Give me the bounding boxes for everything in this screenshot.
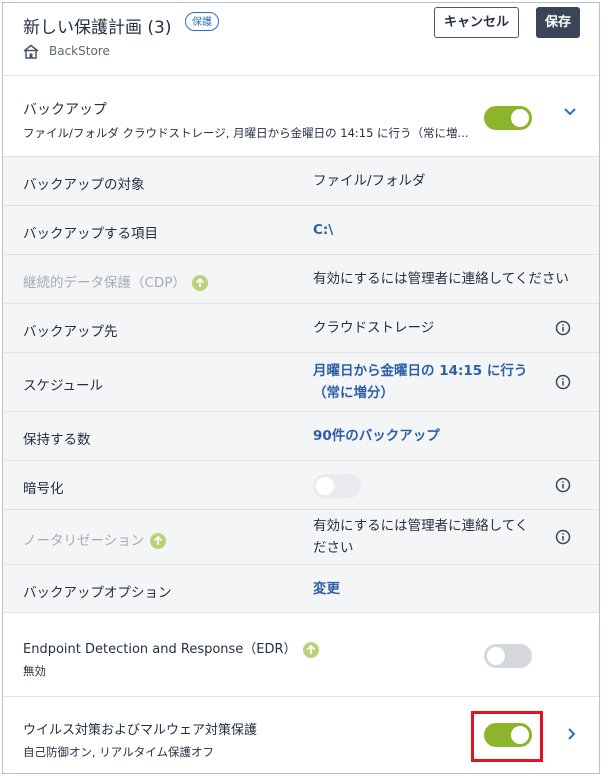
edr-status: 無効: [23, 664, 46, 678]
row-label: ノータリゼーション: [23, 529, 167, 549]
machine-name: BackStore: [49, 44, 110, 58]
backup-title: バックアップ: [23, 102, 107, 118]
protection-plan-panel: 新しい保護計画 (3) 保護 キャンセル 保存 BackStore バックアップ…: [2, 2, 600, 774]
notarization-line1: 有効にするには管理者に連絡してく: [313, 518, 529, 534]
schedule-line1: 月曜日から金曜日の 14:15 に行う: [313, 363, 528, 379]
encryption-toggle[interactable]: [313, 474, 361, 498]
settings-row-retention[interactable]: 保持する数 90件のバックアップ: [3, 412, 599, 461]
settings-row-destination[interactable]: バックアップ先 クラウドストレージ: [3, 304, 599, 353]
chevron-down-icon[interactable]: [563, 107, 577, 117]
row-value: クラウドストレージ: [313, 320, 435, 336]
row-value: 有効にするには管理者に連絡してく ださい: [313, 515, 528, 559]
row-label: 継続的データ保護（CDP）: [23, 271, 208, 291]
chevron-right-icon[interactable]: [567, 727, 577, 741]
highlight-box: [471, 711, 543, 762]
row-value: 有効にするには管理者に連絡してください: [313, 271, 569, 287]
status-badge: 保護: [185, 12, 219, 31]
row-label: バックアップする項目: [23, 226, 158, 242]
upgrade-icon[interactable]: [191, 275, 208, 291]
row-label: バックアップの対象: [23, 177, 145, 193]
settings-row-what[interactable]: バックアップの対象 ファイル/フォルダ: [3, 157, 599, 206]
antivirus-title: ウイルス対策およびマルウェア対策保護: [23, 723, 258, 738]
info-icon[interactable]: [555, 320, 571, 336]
row-label: バックアップオプション: [23, 585, 172, 601]
info-icon[interactable]: [555, 374, 571, 390]
retention-link[interactable]: 90件のバックアップ: [313, 425, 440, 447]
upgrade-icon[interactable]: [302, 641, 319, 658]
antivirus-status: 自己防御オン, リアルタイム保護オフ: [23, 745, 214, 759]
settings-row-notarization: ノータリゼーション 有効にするには管理者に連絡してく ださい: [3, 510, 599, 565]
row-label: スケジュール: [23, 378, 104, 394]
edr-title-wrap: Endpoint Detection and Response（EDR）: [23, 638, 319, 658]
change-options-link[interactable]: 変更: [313, 578, 340, 600]
info-icon[interactable]: [555, 477, 571, 493]
panel-header: 新しい保護計画 (3) 保護 キャンセル 保存 BackStore: [3, 3, 599, 76]
info-icon[interactable]: [555, 529, 571, 545]
settings-row-schedule[interactable]: スケジュール 月曜日から金曜日の 14:15 に行う （常に増分）: [3, 353, 599, 412]
items-link[interactable]: C:\: [313, 219, 333, 241]
house-icon: [23, 44, 39, 59]
machine-info: BackStore: [23, 43, 110, 59]
cdp-label: 継続的データ保護（CDP）: [23, 275, 186, 291]
notarization-label: ノータリゼーション: [23, 533, 145, 549]
backup-settings-table: バックアップの対象 ファイル/フォルダ バックアップする項目 C:\ 継続的デー…: [3, 157, 599, 613]
row-label: 暗号化: [23, 481, 64, 497]
save-button[interactable]: 保存: [536, 7, 580, 38]
settings-row-encryption: 暗号化: [3, 461, 599, 510]
backup-summary: ファイル/フォルダ クラウドストレージ, 月曜日から金曜日の 14:15 に行う…: [23, 126, 469, 140]
plan-title: 新しい保護計画 (3): [23, 18, 172, 38]
notarization-line2: ださい: [313, 540, 354, 556]
edr-section: Endpoint Detection and Response（EDR） 無効: [3, 614, 599, 697]
upgrade-icon[interactable]: [150, 533, 167, 549]
edr-title: Endpoint Detection and Response（EDR）: [23, 642, 297, 657]
edr-toggle[interactable]: [484, 644, 532, 668]
settings-row-cdp: 継続的データ保護（CDP） 有効にするには管理者に連絡してください: [3, 255, 599, 304]
schedule-line2: （常に増分）: [313, 385, 394, 401]
schedule-link[interactable]: 月曜日から金曜日の 14:15 に行う （常に増分）: [313, 360, 527, 404]
settings-row-options[interactable]: バックアップオプション 変更: [3, 565, 599, 613]
row-label: 保持する数: [23, 432, 91, 448]
row-label: バックアップ先: [23, 324, 118, 340]
row-value: ファイル/フォルダ: [313, 173, 426, 189]
settings-row-items[interactable]: バックアップする項目 C:\: [3, 206, 599, 255]
cancel-button[interactable]: キャンセル: [434, 7, 519, 38]
backup-section: バックアップ ファイル/フォルダ クラウドストレージ, 月曜日から金曜日の 14…: [3, 76, 599, 157]
backup-toggle[interactable]: [484, 106, 532, 130]
